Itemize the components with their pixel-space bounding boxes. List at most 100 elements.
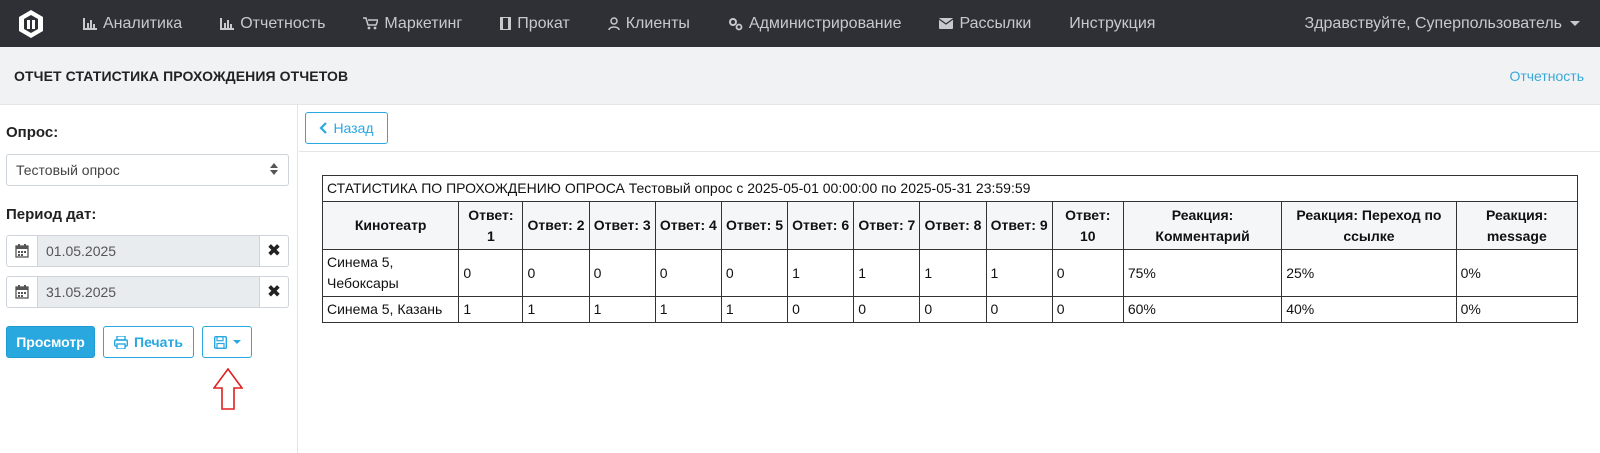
user-greeting: Здравствуйте, Суперпользователь [1304, 14, 1562, 32]
nav-item-label: Маркетинг [384, 14, 463, 32]
column-header: Ответ: 2 [522, 201, 590, 250]
table-cell: 1 [985, 249, 1053, 297]
table-cell: 1 [458, 296, 524, 323]
column-header: Реакция: Переход по ссылке [1281, 201, 1457, 250]
table-cell: 1 [654, 296, 722, 323]
report-table: СТАТИСТИКА ПО ПРОХОЖДЕНИЮ ОПРОСА Тестовы… [321, 175, 1579, 323]
column-header: Кинотеатр [321, 201, 460, 250]
table-cell: 0 [654, 249, 722, 297]
page-header: ОТЧЕТ СТАТИСТИКА ПРОХОЖДЕНИЯ ОТЧЕТОВ Отч… [0, 47, 1600, 105]
table-cell: 0 [919, 296, 987, 323]
nav-item-analytics[interactable]: Аналитика [64, 0, 201, 47]
bar-chart-icon [83, 17, 97, 30]
nav-item-rental[interactable]: Прокат [481, 0, 589, 47]
nav-item-label: Отчетность [240, 14, 326, 32]
table-cell: 0 [1051, 296, 1124, 323]
top-navbar: Аналитика Отчетность Маркетинг Прокат Кл… [0, 0, 1600, 47]
nav-item-label: Аналитика [103, 14, 183, 32]
table-cell: 1 [919, 249, 987, 297]
column-header: Ответ: 5 [720, 201, 789, 250]
nav-item-clients[interactable]: Клиенты [589, 0, 709, 47]
table-cell: 0 [588, 249, 656, 297]
column-header: Ответ: 6 [787, 201, 855, 250]
nav-item-label: Инструкция [1069, 14, 1156, 32]
envelope-icon [939, 18, 954, 29]
table-cell: 0 [985, 296, 1053, 323]
view-button[interactable]: Просмотр [6, 326, 95, 358]
column-header: Ответ: 8 [919, 201, 987, 250]
save-icon [213, 335, 227, 349]
back-button[interactable]: Назад [305, 112, 388, 144]
page-title: ОТЧЕТ СТАТИСТИКА ПРОХОЖДЕНИЯ ОТЧЕТОВ [14, 68, 349, 84]
column-header: Ответ: 1 [458, 201, 524, 250]
column-header: Ответ: 9 [985, 201, 1053, 250]
table-cell: 25% [1281, 249, 1457, 297]
user-menu[interactable]: Здравствуйте, Суперпользователь [1305, 15, 1580, 33]
table-cell: 40% [1281, 296, 1457, 323]
table-cell: 1 [720, 296, 789, 323]
table-cell: 0 [458, 249, 524, 297]
bar-chart-icon [220, 17, 235, 30]
chevron-down-icon [1570, 21, 1580, 26]
back-button-label: Назад [333, 120, 374, 136]
column-header: Ответ: 4 [654, 201, 722, 250]
table-cell: 1 [853, 249, 921, 297]
calendar-icon[interactable] [7, 236, 37, 266]
table-cell: Синема 5, Казань [321, 296, 460, 323]
date-from-input[interactable]: 01.05.2025 [37, 236, 260, 266]
nav-item-label: Рассылки [959, 14, 1032, 32]
annotation-arrow-icon [213, 368, 243, 410]
nav-item-label: Прокат [517, 14, 570, 32]
user-icon [607, 17, 620, 30]
cart-icon [363, 17, 379, 30]
column-header: Реакция: message [1455, 201, 1579, 250]
column-header: Ответ: 10 [1051, 201, 1124, 250]
nav-item-admin[interactable]: Администрирование [709, 0, 921, 47]
table-cell: 0% [1455, 296, 1579, 323]
calendar-icon[interactable] [7, 277, 37, 307]
select-arrows-icon [270, 163, 278, 175]
film-icon [500, 17, 512, 30]
table-cell: 0 [1051, 249, 1124, 297]
table-cell: 1 [522, 296, 590, 323]
table-cell: Синема 5, Чебоксары [321, 249, 460, 297]
chevron-left-icon [319, 122, 328, 134]
table-cell: 0 [787, 296, 855, 323]
clear-date-from-icon[interactable]: ✖ [260, 236, 288, 266]
app-logo[interactable] [18, 9, 44, 39]
export-dropdown-button[interactable] [202, 326, 252, 358]
table-row: Синема 5, Казань 1 1 1 1 1 0 0 0 0 0 60% 40% 0% [321, 296, 1579, 323]
report-caption: СТАТИСТИКА ПО ПРОХОЖДЕНИЮ ОПРОСА Тестовы… [322, 175, 1578, 202]
nav-item-mailings[interactable]: Рассылки [920, 0, 1050, 47]
toolbar: Назад [299, 105, 1600, 152]
date-to-group: 31.05.2025 ✖ [6, 276, 289, 308]
nav-item-marketing[interactable]: Маркетинг [344, 0, 481, 47]
date-from-group: 01.05.2025 ✖ [6, 235, 289, 267]
print-button[interactable]: Печать [103, 326, 194, 358]
clear-date-to-icon[interactable]: ✖ [260, 277, 288, 307]
cogs-icon [728, 17, 743, 30]
print-button-label: Печать [134, 334, 183, 350]
nav-item-label: Клиенты [625, 14, 690, 32]
breadcrumb-link-reports[interactable]: Отчетность [1509, 68, 1584, 84]
table-row: Синема 5, Чебоксары 0 0 0 0 0 1 1 1 1 0 75% 25% 0% [321, 249, 1579, 297]
survey-select[interactable]: Тестовый опрос [6, 154, 289, 186]
table-cell: 1 [588, 296, 656, 323]
survey-label: Опрос: [6, 124, 59, 141]
table-cell: 0 [720, 249, 789, 297]
table-cell: 1 [787, 249, 855, 297]
nav-item-reports[interactable]: Отчетность [201, 0, 344, 47]
table-cell: 0% [1455, 249, 1579, 297]
print-icon [114, 335, 129, 349]
table-header-row: Кинотеатр Ответ: 1 Ответ: 2 Ответ: 3 Ответ: … [321, 201, 1579, 250]
column-header: Ответ: 7 [853, 201, 921, 250]
column-header: Реакция: Комментарий [1122, 201, 1283, 250]
table-cell: 0 [522, 249, 590, 297]
nav-item-instructions[interactable]: Инструкция [1050, 0, 1174, 47]
table-cell: 0 [853, 296, 921, 323]
column-header: Ответ: 3 [588, 201, 656, 250]
survey-select-value: Тестовый опрос [16, 162, 120, 178]
date-to-input[interactable]: 31.05.2025 [37, 277, 260, 307]
period-label: Период дат: [6, 206, 97, 223]
table-cell: 75% [1122, 249, 1283, 297]
